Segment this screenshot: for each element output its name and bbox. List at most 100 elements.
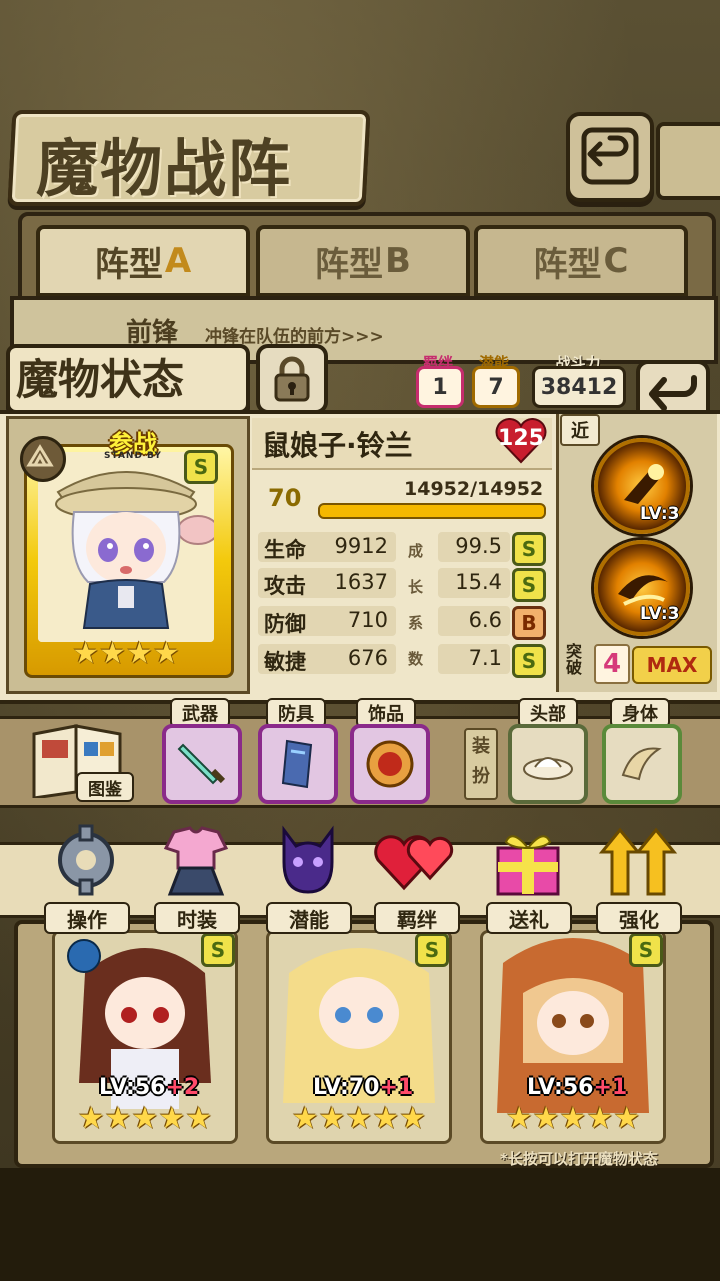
hat-icon [523,757,573,780]
skill-1-level: LV:3 [640,504,680,524]
character-name: 鼠娘子·铃兰 [262,429,413,462]
back-button[interactable] [566,112,654,202]
growth-row: 6.6 [438,606,510,636]
action-label: 操作 [44,902,130,934]
action-label: 时装 [154,902,240,934]
star-icon: ★ [399,1101,427,1136]
action-label: 强化 [596,902,682,934]
star-icon: ★ [345,1101,373,1136]
star-icon: ★ [505,1101,533,1136]
star-icon: ★ [152,636,180,671]
gauntlet-icon [281,739,313,789]
action-enhance-button[interactable] [592,822,684,898]
tab-label: 阵型 [315,244,384,285]
growth-rank-badge: S [512,568,546,602]
stat-name: 攻击 [264,574,306,598]
star-icon: ★ [104,1101,132,1136]
growth-rank-badge: S [512,532,546,566]
star-icon: ★ [77,1101,105,1136]
status-title: 魔物状态 [16,355,185,404]
stat-row-agility: 敏捷 676 [258,644,396,674]
team-card-1[interactable]: S LV:56+2 ★★★★★ [52,930,238,1144]
star-icon: ★ [158,1101,186,1136]
tab-formation-b[interactable]: 阵型 B [256,225,470,297]
growth-row: 7.1 [438,644,510,674]
star-icon: ★ [126,636,153,671]
up-arrows-icon [598,827,678,896]
lock-icon [274,356,310,402]
skill-2-level: LV:3 [640,604,680,624]
hearts-icon [374,835,454,891]
stat-name: 敏捷 [264,650,306,674]
team-card-3[interactable]: S LV:56+1 ★★★★★ [480,930,666,1144]
level-text: LV:56 [527,1075,594,1100]
star-rating: ★★★★★ [495,1101,651,1136]
tab-formation-a[interactable]: 阵型 A [36,225,250,297]
gift-icon [496,835,560,896]
team-level: LV:70+1 [313,1075,413,1100]
action-potential-button[interactable] [262,822,354,898]
level-text: LV:56 [99,1075,166,1100]
growth-row: 99.5 [438,532,510,562]
footer [0,1168,720,1281]
growth-value: 7.1 [468,646,502,670]
head-slot[interactable] [508,724,588,804]
heart-value: 125 [498,426,544,451]
action-operate-button[interactable] [40,822,132,898]
star-icon: ★ [72,636,100,671]
lock-button[interactable] [256,344,328,414]
hp-value: 14952/14952 [404,478,544,500]
page-title: 魔物战阵 [36,132,293,205]
star-icon: ★ [559,1101,587,1136]
demon-icon [282,825,334,894]
heart-badge: 125 [494,418,548,464]
tab-label: 阵型 [94,244,163,285]
side-frame [656,122,720,200]
growth-label: 系 [408,614,424,632]
stat-value: 1637 [334,570,388,594]
growth-label: 成 [408,542,424,560]
star-rating: ★★★★ [66,636,186,671]
growth-row: 15.4 [438,568,510,598]
star-icon: ★ [613,1101,641,1136]
stat-value: 710 [347,608,388,632]
accessory-slot[interactable] [350,724,430,804]
bond-value: 1 [416,366,464,408]
team-card-2[interactable]: S LV:70+1 ★★★★★ [266,930,452,1144]
wings-icon [621,747,662,781]
action-label: 潜能 [266,902,352,934]
action-bond-button[interactable] [370,822,462,898]
growth-value: 6.6 [468,608,502,632]
star-icon: ★ [586,1101,614,1136]
action-gift-button[interactable] [482,822,574,898]
level-value: 70 [268,484,302,512]
stat-row-attack: 攻击 1637 [258,568,396,598]
action-label: 羁绊 [374,902,460,934]
tab-formation-c[interactable]: 阵型 C [474,225,688,297]
type-badge-icon [20,436,66,482]
star-icon: ★ [185,1101,213,1136]
armor-slot[interactable] [258,724,338,804]
star-icon: ★ [99,636,126,671]
star-icon: ★ [532,1101,560,1136]
rank-badge: S [629,933,663,967]
tab-letter: A [164,241,192,281]
outfit-icon [163,826,229,896]
level-plus: +2 [165,1075,200,1100]
growth-label: 数 [408,650,424,668]
stat-value: 9912 [334,534,388,558]
action-outfit-button[interactable] [150,822,242,898]
weapon-slot[interactable] [162,724,242,804]
tab-label: 阵型 [533,244,602,285]
stat-value: 676 [347,646,388,670]
potential-value: 7 [472,366,520,408]
amulet-icon [366,740,414,788]
level-plus: +1 [593,1075,628,1100]
range-badge: 近 [560,414,600,446]
power-value: 38412 [532,366,626,408]
max-button[interactable]: MAX [632,646,712,684]
tab-letter: B [385,241,411,281]
gear-icon [58,824,114,896]
body-slot[interactable] [602,724,682,804]
standby-sub: STAND BY [104,451,162,461]
